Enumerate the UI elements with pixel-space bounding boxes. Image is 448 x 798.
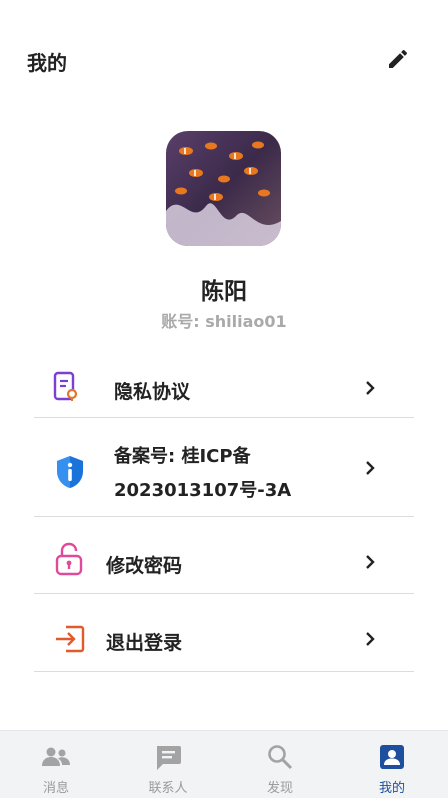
account-id: 账号: shiliao01 [161, 312, 287, 331]
lock-icon [55, 542, 83, 576]
menu-item-password[interactable]: 修改密码 [34, 517, 414, 594]
person-icon [380, 745, 404, 769]
tab-contacts[interactable]: 联系人 [112, 731, 224, 798]
avatar-image [166, 131, 281, 246]
chevron-right-icon [366, 381, 375, 395]
tab-label-me: 我的 [378, 781, 405, 796]
menu-item-privacy[interactable]: 隐私协议 [34, 358, 414, 418]
document-icon [53, 371, 78, 401]
menu-label-icp: 备案号: 桂ICP备 2023013107号-3A [114, 440, 291, 508]
header: 我的 [0, 0, 448, 120]
chevron-right-icon [366, 555, 375, 569]
tab-label-discover: 发现 [266, 781, 293, 796]
people-icon [42, 747, 70, 766]
chat-icon [157, 746, 181, 770]
pencil-icon [389, 49, 408, 68]
tab-discover[interactable]: 发现 [224, 731, 336, 798]
menu-item-logout[interactable]: 退出登录 [34, 594, 414, 672]
chevron-right-icon [366, 461, 375, 475]
icp-line-2: 2023013107号-3A [114, 480, 292, 501]
edit-button[interactable] [384, 45, 412, 73]
avatar[interactable] [166, 131, 281, 246]
tab-messages[interactable]: 消息 [0, 731, 112, 798]
logout-icon [56, 625, 85, 653]
shield-info-icon [57, 456, 83, 488]
search-icon [268, 745, 293, 770]
menu-label-logout: 退出登录 [106, 632, 183, 654]
menu-label-privacy: 隐私协议 [114, 381, 191, 403]
tab-me[interactable]: 我的 [336, 731, 448, 798]
tab-label-messages: 消息 [42, 781, 69, 796]
chevron-right-icon [366, 632, 375, 646]
menu-label-password: 修改密码 [106, 555, 183, 577]
page-title: 我的 [27, 51, 67, 75]
tab-label-contacts: 联系人 [148, 781, 188, 796]
bottom-tab-bar: 消息 联系人 发现 我的 [0, 730, 448, 798]
menu-item-icp[interactable]: 备案号: 桂ICP备 2023013107号-3A [34, 418, 414, 517]
profile-name: 陈阳 [201, 279, 247, 305]
icp-line-1: 备案号: 桂ICP备 [114, 446, 251, 467]
